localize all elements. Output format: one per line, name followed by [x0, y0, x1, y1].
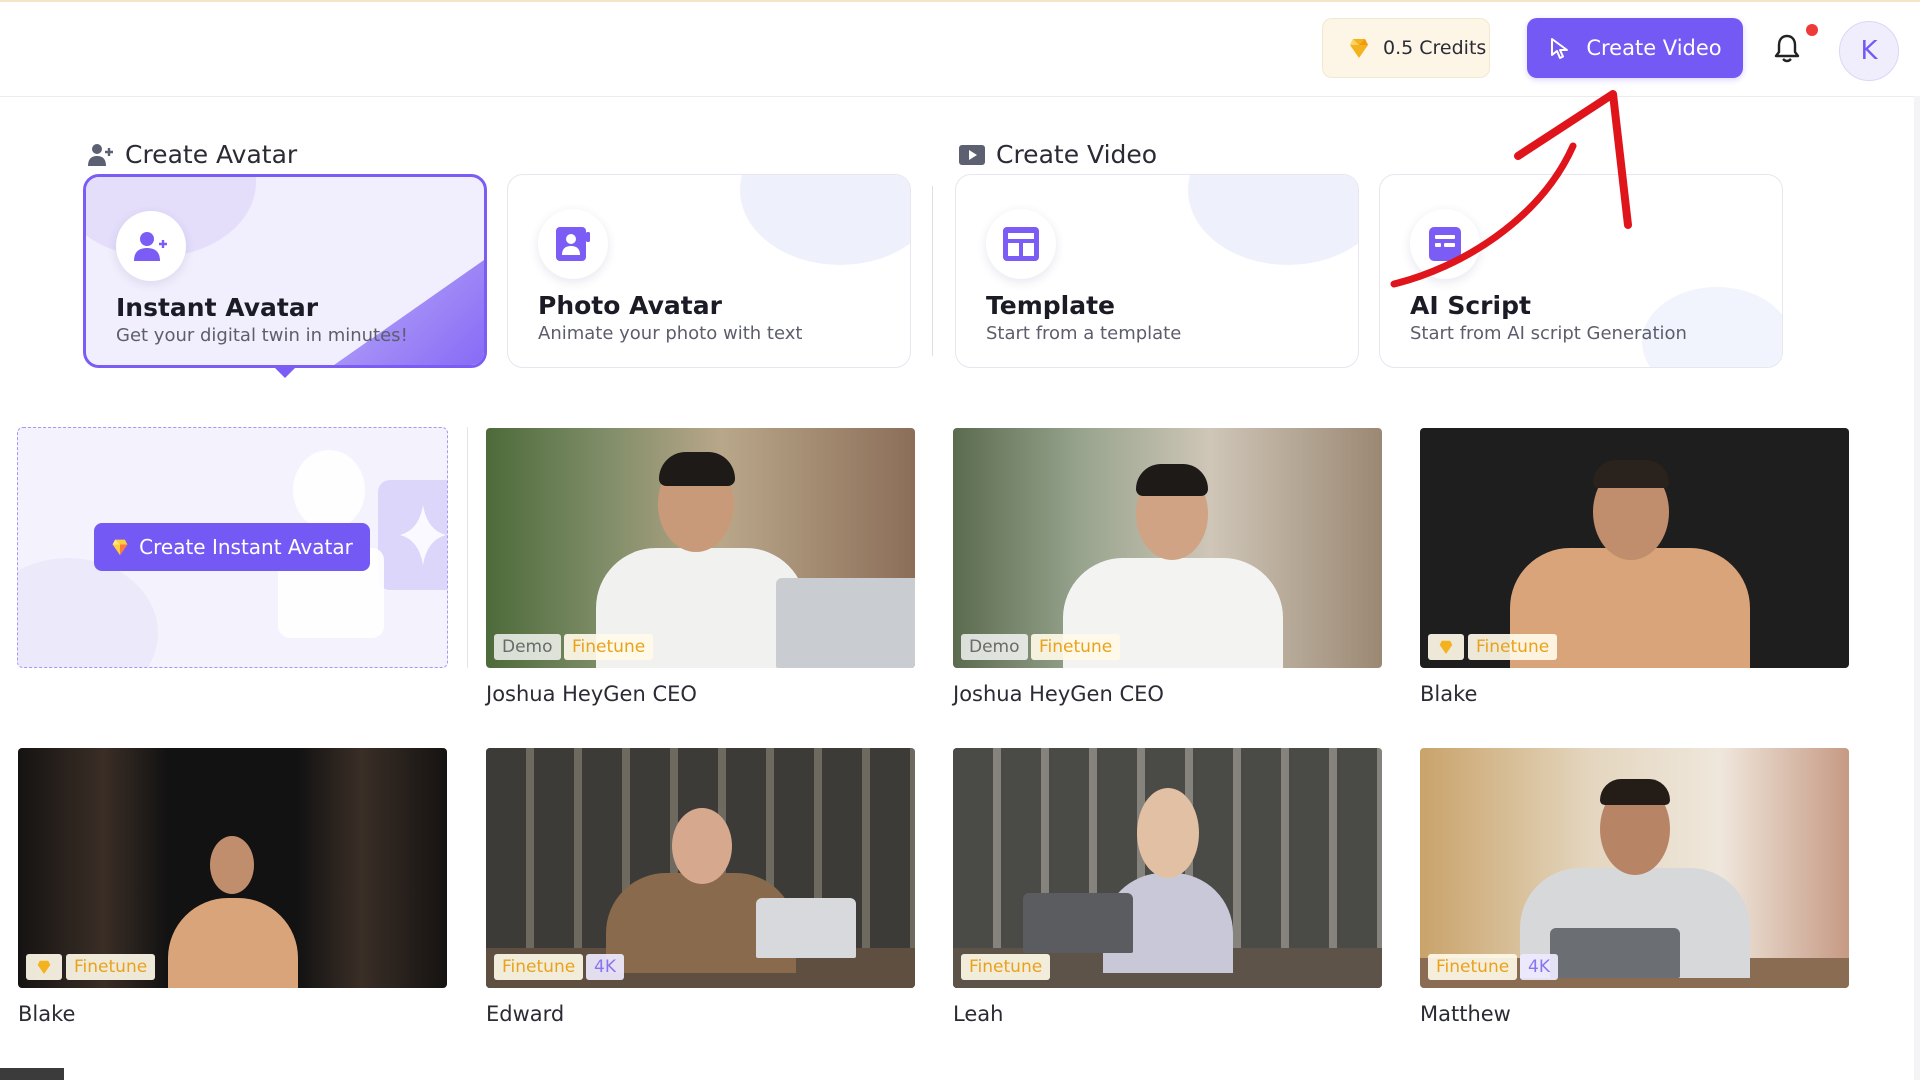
- notification-dot: [1806, 24, 1818, 36]
- tile-decoration: [18, 558, 158, 667]
- card-title: AI Script: [1410, 291, 1531, 320]
- tag-finetune: Finetune: [1428, 954, 1518, 980]
- person-silhouette: [672, 808, 732, 884]
- scrollbar[interactable]: [1914, 96, 1920, 1080]
- card-subtitle: Start from a template: [986, 323, 1182, 344]
- create-video-title: Create Video: [996, 140, 1158, 169]
- avatar-name: Joshua HeyGen CEO: [953, 682, 1164, 706]
- card-decoration: [334, 260, 484, 365]
- section-title-create-avatar: Create Avatar: [87, 140, 297, 169]
- avatar-thumbnail[interactable]: Finetune: [18, 748, 447, 988]
- silhouette-head: [293, 450, 365, 530]
- avatar-name: Matthew: [1420, 1002, 1511, 1026]
- card-title: Photo Avatar: [538, 291, 722, 320]
- tag-finetune: Finetune: [564, 634, 654, 660]
- create-instant-avatar-button[interactable]: Create Instant Avatar: [94, 523, 370, 571]
- avatar-thumbnail[interactable]: Demo Finetune: [486, 428, 915, 668]
- laptop-shape: [1023, 893, 1133, 953]
- card-icon-circle: [986, 209, 1056, 279]
- avatar-initial: K: [1860, 36, 1878, 66]
- card-subtitle: Animate your photo with text: [538, 323, 803, 344]
- person-hair: [1136, 464, 1208, 496]
- credits-badge[interactable]: 0.5 Credits: [1322, 18, 1490, 78]
- person-silhouette: [1137, 788, 1199, 878]
- create-instant-avatar-tile[interactable]: Create Instant Avatar: [17, 427, 448, 668]
- card-icon-circle: [116, 211, 186, 281]
- card-subtitle: Get your digital twin in minutes!: [116, 325, 408, 346]
- video-cursor-icon: [1551, 38, 1569, 59]
- credits-label: 0.5 Credits: [1383, 37, 1487, 59]
- gem-icon: [1350, 39, 1368, 58]
- tag-4k: 4K: [1520, 954, 1558, 980]
- laptop-shape: [1550, 928, 1680, 978]
- tag-finetune: Finetune: [1468, 634, 1558, 660]
- avatar-name: Joshua HeyGen CEO: [486, 682, 697, 706]
- laptop-shape: [776, 578, 915, 668]
- avatar-name: Blake: [18, 1002, 76, 1026]
- tag-finetune: Finetune: [961, 954, 1051, 980]
- notification-bell-icon[interactable]: [1772, 32, 1802, 64]
- card-instant-avatar[interactable]: Instant Avatar Get your digital twin in …: [83, 174, 487, 368]
- tag-premium: [1428, 634, 1464, 660]
- top-header: 0.5 Credits Create Video K: [0, 2, 1920, 97]
- grid-divider: [467, 427, 468, 668]
- avatar-thumbnail[interactable]: Finetune 4K: [1420, 748, 1849, 988]
- person-hair: [1593, 460, 1669, 488]
- create-video-button[interactable]: Create Video: [1527, 18, 1743, 78]
- create-video-label: Create Video: [1586, 36, 1722, 60]
- card-icon-circle: [538, 209, 608, 279]
- create-instant-avatar-label: Create Instant Avatar: [139, 535, 353, 559]
- card-subtitle: Start from AI script Generation: [1410, 323, 1687, 344]
- section-divider: [932, 186, 933, 356]
- avatar-name: Blake: [1420, 682, 1478, 706]
- card-photo-avatar[interactable]: Photo Avatar Animate your photo with tex…: [507, 174, 911, 368]
- avatar-name: Edward: [486, 1002, 565, 1026]
- avatar-name: Leah: [953, 1002, 1004, 1026]
- laptop-shape: [756, 898, 856, 958]
- user-plus-icon: [88, 143, 113, 166]
- tag-demo: Demo: [494, 634, 561, 660]
- gem-icon: [1439, 640, 1453, 654]
- tag-4k: 4K: [586, 954, 624, 980]
- script-icon: [1429, 227, 1461, 261]
- play-video-icon: [959, 144, 985, 165]
- section-title-create-video: Create Video: [958, 140, 1157, 169]
- card-decoration: [1188, 175, 1358, 265]
- tag-finetune: Finetune: [66, 954, 156, 980]
- card-title: Instant Avatar: [116, 293, 319, 322]
- tag-demo: Demo: [961, 634, 1028, 660]
- gem-icon: [112, 539, 128, 556]
- card-ai-script[interactable]: AI Script Start from AI script Generatio…: [1379, 174, 1783, 368]
- create-avatar-title: Create Avatar: [125, 140, 298, 169]
- tag-premium: [26, 954, 62, 980]
- card-template[interactable]: Template Start from a template: [955, 174, 1359, 368]
- person-hair: [659, 452, 735, 486]
- tile-decoration: [378, 480, 447, 590]
- tag-finetune: Finetune: [1031, 634, 1121, 660]
- card-icon-circle: [1410, 209, 1480, 279]
- person-hair: [1600, 779, 1670, 805]
- corner-bar: [0, 1068, 64, 1080]
- gem-icon: [37, 960, 51, 974]
- avatar-thumbnail[interactable]: Finetune 4K: [486, 748, 915, 988]
- avatar-thumbnail[interactable]: Demo Finetune: [953, 428, 1382, 668]
- sparkle-icon: [400, 505, 446, 565]
- avatar-thumbnail[interactable]: Finetune: [1420, 428, 1849, 668]
- user-avatar[interactable]: K: [1839, 21, 1899, 81]
- card-title: Template: [986, 291, 1115, 320]
- user-plus-icon: [134, 232, 167, 261]
- person-silhouette: [210, 836, 254, 894]
- avatar-thumbnail[interactable]: Finetune: [953, 748, 1382, 988]
- template-icon: [1003, 227, 1039, 261]
- photo-avatar-icon: [556, 227, 590, 261]
- tag-finetune: Finetune: [494, 954, 584, 980]
- selected-card-pointer: [274, 367, 296, 378]
- card-decoration: [740, 175, 910, 265]
